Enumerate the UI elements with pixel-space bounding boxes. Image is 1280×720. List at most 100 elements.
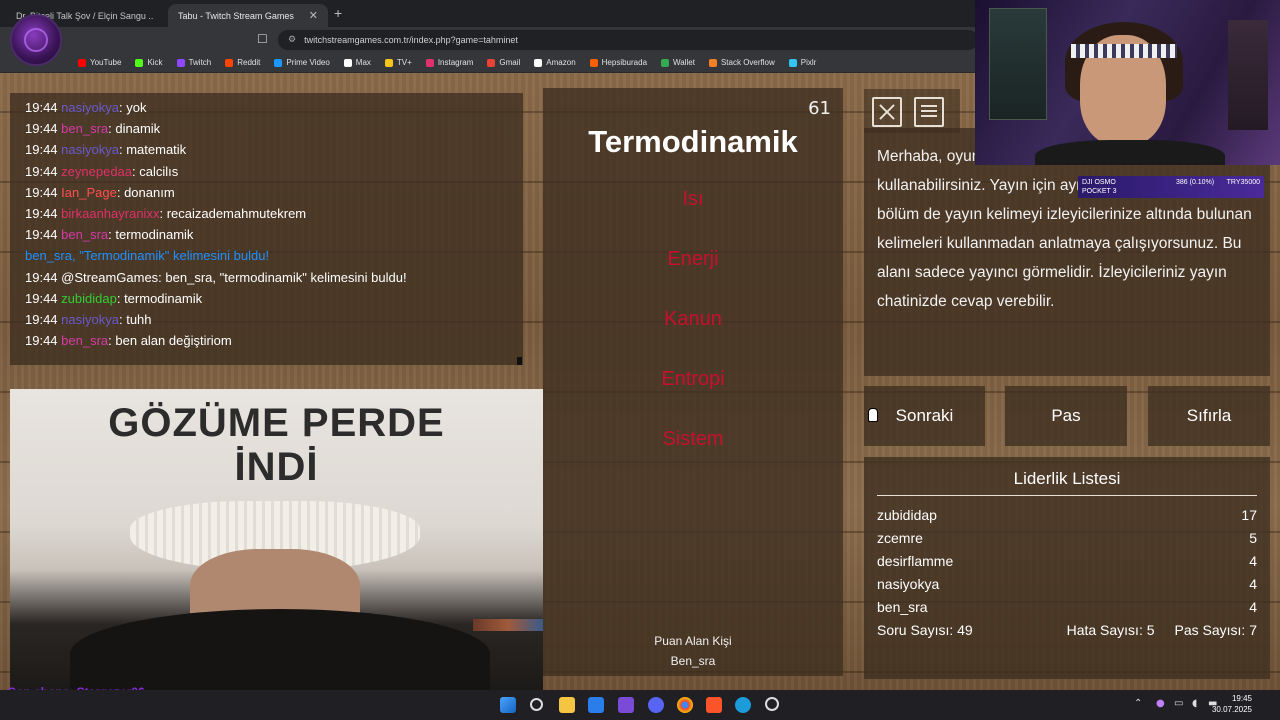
clock-date: 30.07.2025 <box>1211 705 1252 714</box>
chat-time: 19:44 <box>25 269 58 285</box>
webcam-feed <box>975 0 1280 165</box>
game-area: 19:44 nasiyokya: yok 19:44 ben_sra: dinam… <box>0 73 1280 699</box>
bookmark-item[interactable]: TV+ <box>384 58 412 67</box>
target-word: Termodinamik <box>588 124 798 159</box>
chat-message: 19:44 ben_sra: dinamik <box>25 121 161 137</box>
start-icon[interactable] <box>500 697 516 713</box>
chat-username[interactable]: nasiyokya <box>61 312 119 327</box>
bookmark-item[interactable]: Twitch <box>176 58 211 67</box>
obs-icon[interactable] <box>765 697 779 711</box>
chat-panel: 19:44 nasiyokya: yok 19:44 ben_sra: dinam… <box>10 93 523 365</box>
bookmark-item[interactable]: Gmail <box>487 58 520 67</box>
new-tab-icon[interactable]: + <box>334 5 342 21</box>
system-clock[interactable]: 19:45 30.07.2025 <box>1212 693 1252 715</box>
chat-time: 19:44 <box>25 205 58 221</box>
chat-message: 19:44 ben_sra: ben alan değiştiriom <box>25 333 232 349</box>
address-bar[interactable]: ⚙ twitchstreamgames.com.tr/index.php?gam… <box>278 30 978 50</box>
player-score: 17 <box>1241 507 1257 523</box>
bookmark-item[interactable]: Instagram <box>425 58 474 67</box>
taboo-word: Kanun <box>664 308 722 330</box>
hand-cursor <box>868 408 878 422</box>
pass-button[interactable]: Pas <box>1005 386 1127 446</box>
bookmark-item[interactable]: YouTube <box>78 58 121 67</box>
player-score: 4 <box>1249 599 1257 615</box>
error-count: Hata Sayısı: 5 <box>1066 622 1155 638</box>
chat-scrollbar[interactable] <box>517 357 522 365</box>
leaderboard-rows: zubididap 17 zcemre 5 desirflamme 4 nasiyokya 4… <box>877 504 1257 619</box>
chat-text: matematik <box>126 142 187 158</box>
file-explorer-icon[interactable] <box>559 697 575 713</box>
question-count: Soru Sayısı: 49 <box>877 622 973 638</box>
goal-target: TRY35000 <box>1226 179 1260 186</box>
bookmark-favicon-icon <box>176 58 185 67</box>
url-text: twitchstreamgames.com.tr/index.php?game=… <box>304 35 518 45</box>
bookmark-item[interactable]: Reddit <box>225 58 260 67</box>
store-icon[interactable] <box>588 697 604 713</box>
countdown-timer: 61 <box>808 98 831 119</box>
reset-button[interactable]: Sıfırla <box>1148 386 1270 446</box>
tray-chevron-icon[interactable]: ⌃ <box>1134 698 1142 709</box>
close-tab-icon[interactable]: ✕ <box>309 9 318 22</box>
chrome-icon[interactable] <box>677 697 693 713</box>
browser-tab-tabu[interactable]: Tabu - Twitch Stream Games ✕ <box>168 4 328 27</box>
bookmark-item[interactable]: Amazon <box>534 58 576 67</box>
brave-icon[interactable] <box>706 697 722 713</box>
bookmark-item[interactable]: Max <box>343 58 371 67</box>
search-icon[interactable] <box>530 698 543 711</box>
tab-label: Tabu - Twitch Stream Games <box>178 10 294 21</box>
fullscreen-icon[interactable] <box>872 97 902 127</box>
bookmark-item[interactable]: Prime Video <box>274 58 330 67</box>
scorer-name: Ben_sra <box>670 654 716 668</box>
bookmark-item[interactable]: Stack Overflow <box>708 58 775 67</box>
bookmark-label: Amazon <box>546 58 576 67</box>
bookmark-label: Instagram <box>437 58 474 67</box>
bookmark-favicon-icon <box>135 58 144 67</box>
chat-username[interactable]: nasiyokya <box>61 142 119 157</box>
bookmark-item[interactable]: Hepsiburada <box>589 58 648 67</box>
discord-icon[interactable] <box>648 697 664 713</box>
bookmark-label: Hepsiburada <box>601 58 648 67</box>
chat-username[interactable]: zeynepedaa <box>61 164 132 179</box>
taboo-word: Sistem <box>662 428 724 450</box>
chat-time: 19:44 <box>25 227 58 243</box>
next-button[interactable]: Sonraki <box>864 386 985 446</box>
info-text: Merhaba, oyun alanı olarak sağdaki bölüm… <box>877 148 1252 310</box>
app-icon[interactable] <box>618 697 634 713</box>
bookmark-label: Wallet <box>673 58 695 67</box>
tool-icons <box>864 89 960 133</box>
leaderboard-panel: Liderlik Listesi zubididap 17 zcemre 5 desir… <box>864 457 1270 679</box>
chat-text: termodinamik <box>124 290 203 306</box>
leaderboard-row: desirflamme 4 <box>877 550 1257 573</box>
chat-username[interactable]: ben_sra <box>61 227 108 242</box>
site-info-icon[interactable]: ⚙ <box>288 35 296 45</box>
bookmark-item[interactable]: Kick <box>135 58 163 67</box>
scorer-label: Puan Alan Kişi <box>654 634 732 648</box>
bookmark-icon[interactable]: ☐ <box>257 32 268 46</box>
player-name: desirflamme <box>877 553 954 569</box>
chat-username[interactable]: ben_sra <box>61 121 108 136</box>
player-score: 5 <box>1249 530 1257 546</box>
chat-username[interactable]: birkaanhayranixx <box>61 206 159 221</box>
pass-count: Pas Sayısı: 7 <box>1174 622 1257 638</box>
steam-icon[interactable] <box>735 697 751 713</box>
taboo-card: 61 Termodinamik Puan Alan Kişi Ben_sra I… <box>543 88 843 676</box>
chat-username[interactable]: ben_sra <box>61 333 108 348</box>
chat-username[interactable]: zubididap <box>61 291 117 306</box>
info-panel: Merhaba, oyun alanı olarak sağdaki bölüm… <box>864 128 1270 376</box>
chat-username[interactable]: @StreamGames <box>61 270 158 285</box>
network-icon[interactable]: ▭ <box>1174 698 1183 709</box>
bookmark-label: Max <box>355 58 371 67</box>
bookmark-item[interactable]: Wallet <box>661 58 695 67</box>
player-name: zcemre <box>877 530 923 546</box>
chat-time: 19:44 <box>25 121 58 137</box>
chat-text: termodinamik <box>115 227 194 243</box>
goal-progress: 386 (0.10%) <box>1176 179 1215 186</box>
microphone-icon[interactable]: ● <box>1156 698 1165 709</box>
chat-username[interactable]: nasiyokya <box>61 100 119 115</box>
chat-text: tuhh <box>126 311 152 327</box>
chat-username[interactable]: Ian_Page <box>61 185 117 200</box>
channel-logo <box>10 14 62 66</box>
volume-icon[interactable]: ◖ <box>1192 698 1197 709</box>
bookmark-item[interactable]: Pixlr <box>788 58 816 67</box>
notes-icon[interactable] <box>914 97 944 127</box>
